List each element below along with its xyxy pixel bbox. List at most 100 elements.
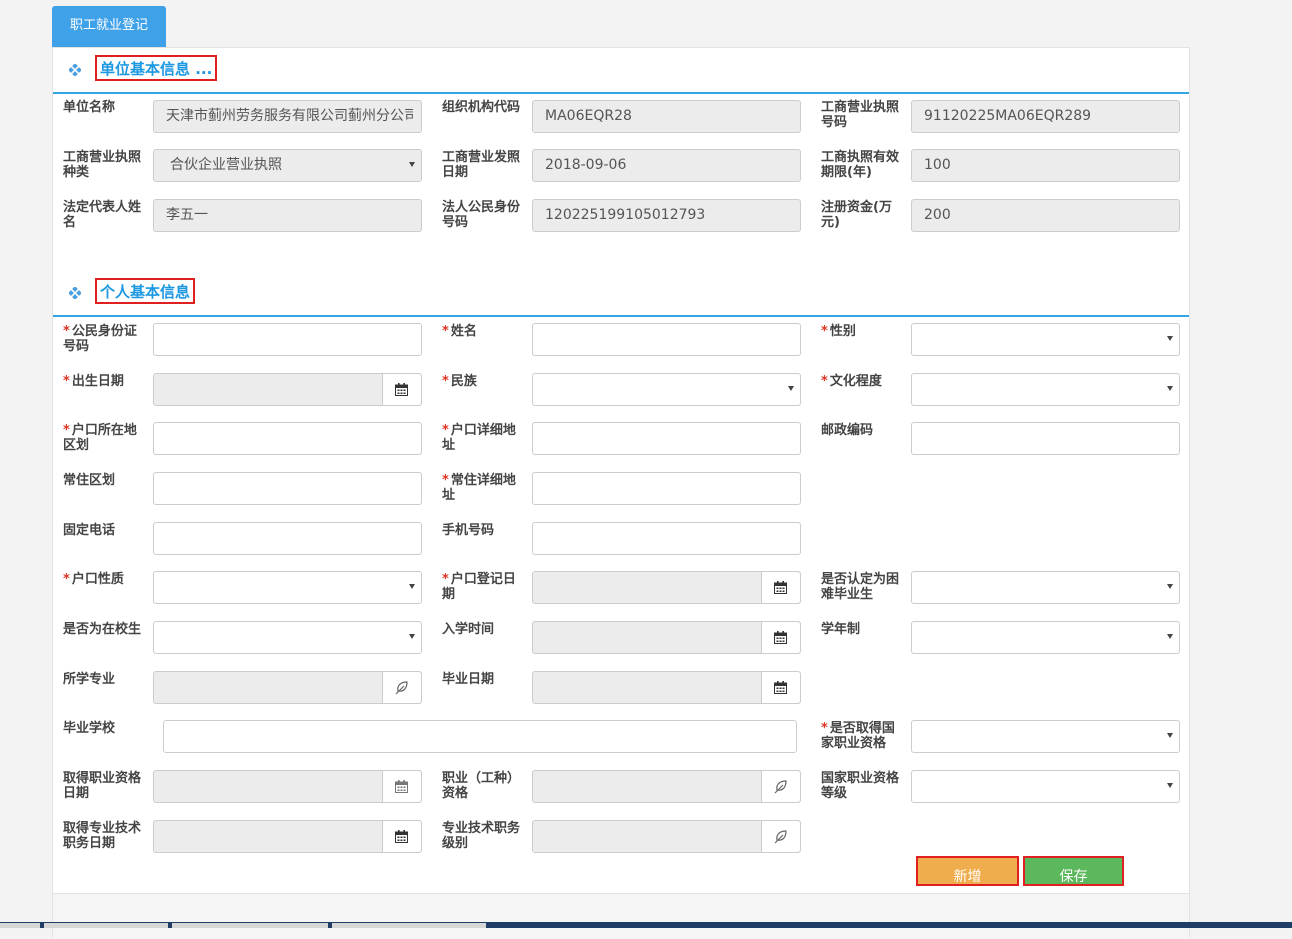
- certificate-level-select[interactable]: [911, 770, 1180, 803]
- hukou-address-input[interactable]: [532, 422, 801, 455]
- chevron-down-icon[interactable]: [1167, 386, 1173, 391]
- taskbar-item[interactable]: [172, 923, 328, 928]
- field-label-text: 常住详细地址: [442, 473, 516, 503]
- chevron-down-icon[interactable]: [409, 162, 415, 167]
- field-label-text: 户口详细地址: [442, 423, 516, 453]
- mobile-input[interactable]: [532, 522, 801, 555]
- field-label-text: 工商营业执照号码: [821, 100, 900, 130]
- hukou-region-input[interactable]: [153, 422, 422, 455]
- title-level-label: 专业技术职务级别: [442, 821, 520, 851]
- legal-representative[interactable]: 李五一: [153, 199, 422, 232]
- section-title-personal[interactable]: 个人基本信息: [95, 278, 196, 304]
- license-valid-years-label: 工商执照有效期限(年): [821, 150, 899, 180]
- chevron-down-icon[interactable]: [788, 386, 794, 391]
- field-value: 100: [924, 157, 951, 173]
- chevron-down-icon[interactable]: [1167, 783, 1173, 788]
- calendar-icon[interactable]: [761, 672, 800, 703]
- calendar-icon[interactable]: [761, 622, 800, 653]
- leaf-picker-icon[interactable]: [761, 821, 800, 852]
- section-header-personal: 个人基本信息: [53, 271, 1189, 317]
- is-student-label: 是否为在校生: [63, 622, 141, 637]
- field-label-text: 是否认定为困难毕业生: [821, 572, 900, 602]
- unit-name[interactable]: 天津市蓟州劳务服务有限公司蓟州分公司: [153, 100, 422, 133]
- postcode-input[interactable]: [911, 422, 1180, 455]
- hukou-date-input[interactable]: [532, 571, 801, 604]
- hardship-graduate-select[interactable]: [911, 571, 1180, 604]
- add-button[interactable]: 新增: [916, 856, 1019, 886]
- chevron-down-icon[interactable]: [409, 584, 415, 589]
- field-label-text: 工商营业发照日期: [442, 150, 521, 180]
- org-code[interactable]: MA06EQR28: [532, 100, 801, 133]
- license-valid-years[interactable]: 100: [911, 149, 1180, 182]
- graduation-date-input[interactable]: [532, 671, 801, 704]
- id-number-input[interactable]: [153, 323, 422, 356]
- taskbar-item[interactable]: [44, 923, 168, 928]
- education-select[interactable]: [911, 373, 1180, 406]
- certificate-date-input[interactable]: [153, 770, 422, 803]
- birth-date-input[interactable]: [153, 373, 422, 406]
- chevron-down-icon[interactable]: [1167, 584, 1173, 589]
- title-date-input[interactable]: [153, 820, 422, 853]
- chevron-down-icon[interactable]: [1167, 733, 1173, 738]
- registered-capital[interactable]: 200: [911, 199, 1180, 232]
- required-marker: *: [442, 374, 449, 389]
- enroll-date-input[interactable]: [532, 621, 801, 654]
- calendar-icon[interactable]: [761, 572, 800, 603]
- license-number[interactable]: 91120225MA06EQR289: [911, 100, 1180, 133]
- school-years-select[interactable]: [911, 621, 1180, 654]
- tab-employment-registration[interactable]: 职工就业登记: [52, 6, 166, 47]
- school-input[interactable]: [163, 720, 797, 753]
- school-label: 毕业学校: [63, 721, 141, 736]
- ethnicity-select[interactable]: [532, 373, 801, 406]
- field-label-text: 入学时间: [442, 622, 495, 637]
- name-label: * 姓名: [442, 324, 520, 339]
- form-footer: [53, 893, 1189, 939]
- leaf-picker-icon[interactable]: [382, 672, 421, 703]
- license-type[interactable]: 合伙企业营业执照: [153, 149, 422, 182]
- landline-input[interactable]: [153, 522, 422, 555]
- chevron-down-icon[interactable]: [409, 634, 415, 639]
- field-label-text: 单位名称: [63, 100, 116, 115]
- certificate-type-label: 职业（工种）资格: [442, 771, 520, 801]
- license-number-label: 工商营业执照号码: [821, 100, 899, 130]
- certificate-level-label: 国家职业资格等级: [821, 771, 899, 801]
- taskbar-item[interactable]: [332, 923, 486, 928]
- field-label-text: 是否取得国家职业资格: [821, 721, 895, 751]
- taskbar-item[interactable]: [0, 923, 40, 928]
- legal-id-number[interactable]: 120225199105012793: [532, 199, 801, 232]
- enroll-date-label: 入学时间: [442, 622, 520, 637]
- leaf-picker-icon[interactable]: [761, 771, 800, 802]
- education-label: * 文化程度: [821, 374, 899, 389]
- major-input[interactable]: [153, 671, 422, 704]
- required-marker: *: [63, 572, 70, 587]
- title-level-input[interactable]: [532, 820, 801, 853]
- residence-address-input[interactable]: [532, 472, 801, 505]
- is-student-select[interactable]: [153, 621, 422, 654]
- residence-region-input[interactable]: [153, 472, 422, 505]
- license-issue-date[interactable]: 2018-09-06: [532, 149, 801, 182]
- field-label-text: 性别: [829, 324, 856, 339]
- gender-select[interactable]: [911, 323, 1180, 356]
- calendar-icon[interactable]: [382, 771, 421, 802]
- field-label-text: 户口登记日期: [442, 572, 516, 602]
- has-certificate-select[interactable]: [911, 720, 1180, 753]
- legal-id-number-label: 法人公民身份号码: [442, 200, 520, 230]
- field-value: 合伙企业营业执照: [170, 157, 282, 173]
- residence-address-label: * 常住详细地址: [442, 473, 520, 503]
- hukou-type-select[interactable]: [153, 571, 422, 604]
- required-marker: *: [821, 374, 828, 389]
- hukou-date-label: * 户口登记日期: [442, 572, 520, 602]
- calendar-icon[interactable]: [382, 821, 421, 852]
- save-button[interactable]: 保存: [1023, 856, 1124, 886]
- certificate-type-input[interactable]: [532, 770, 801, 803]
- calendar-icon[interactable]: [382, 374, 421, 405]
- certificate-date-label: 取得职业资格日期: [63, 771, 141, 801]
- field-value: 200: [924, 207, 951, 223]
- chevron-down-icon[interactable]: [1167, 634, 1173, 639]
- hukou-address-label: * 户口详细地址: [442, 423, 520, 453]
- chevron-down-icon[interactable]: [1167, 336, 1173, 341]
- org-code-label: 组织机构代码: [442, 100, 520, 115]
- name-input[interactable]: [532, 323, 801, 356]
- field-label-text: 公民身份证号码: [63, 324, 137, 354]
- section-title-company[interactable]: 单位基本信息 ...: [95, 55, 218, 81]
